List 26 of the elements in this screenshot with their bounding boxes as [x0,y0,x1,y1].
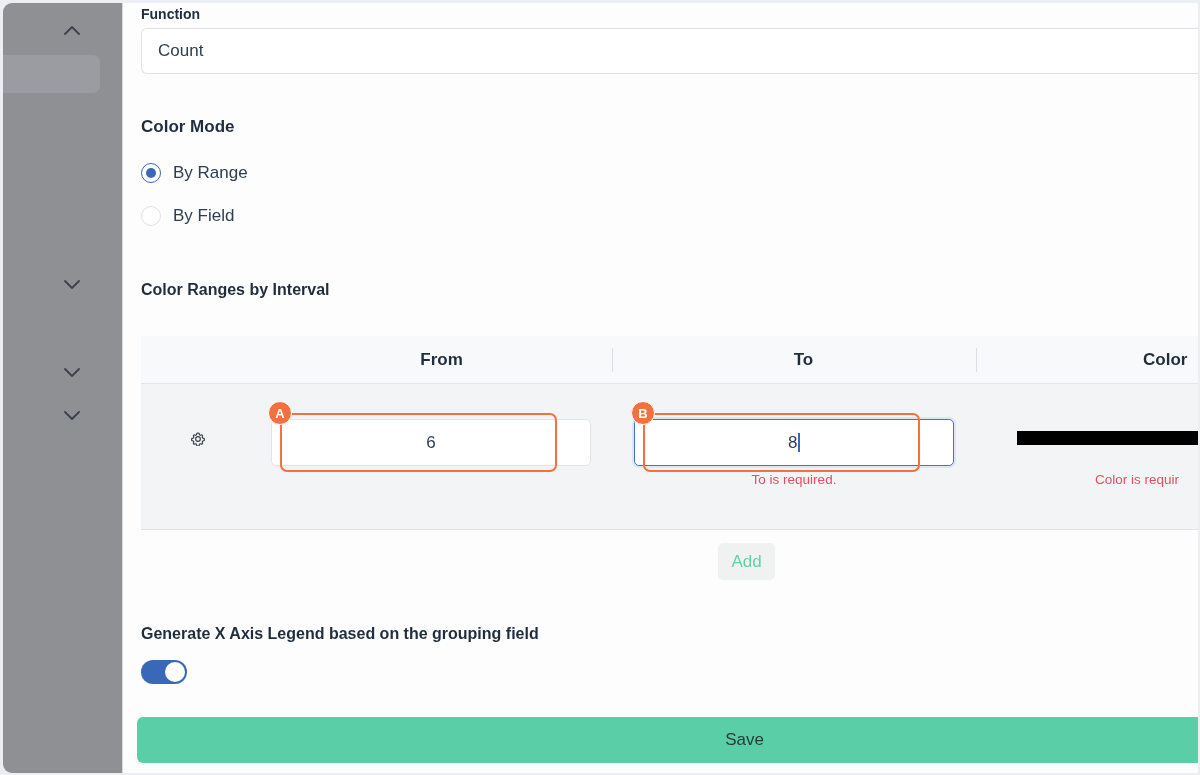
to-input[interactable]: 8 [634,419,954,466]
function-select[interactable]: Count [141,28,1198,74]
chevron-down-icon[interactable] [64,368,80,378]
text-cursor-icon [798,433,800,452]
callout-badge: B [631,401,655,425]
error-message: To is required. [750,471,838,489]
section-heading: Color Mode [141,116,236,138]
callout-badge: A [268,401,292,425]
settings-icon[interactable] [191,432,205,446]
field-label: Function [141,6,202,23]
radio-label: By Field [173,206,235,226]
toggle-switch[interactable] [141,660,187,684]
chevron-down-icon[interactable] [64,411,80,421]
from-input[interactable]: 6 [271,419,591,466]
radio-button[interactable] [141,163,161,183]
column-header: From [420,349,463,370]
section-heading: Generate X Axis Legend based on the grouping field [141,624,540,644]
save-button[interactable]: Save [137,717,1198,763]
section-heading: Color Ranges by Interval [141,280,331,300]
chevron-down-icon[interactable] [64,280,80,290]
error-message: Color is requir [1095,471,1181,489]
column-header: Color [1143,349,1188,370]
radio-label: By Range [173,163,248,183]
color-swatch[interactable] [1017,431,1198,445]
chevron-up-icon[interactable] [64,25,80,35]
column-header: To [793,349,814,370]
